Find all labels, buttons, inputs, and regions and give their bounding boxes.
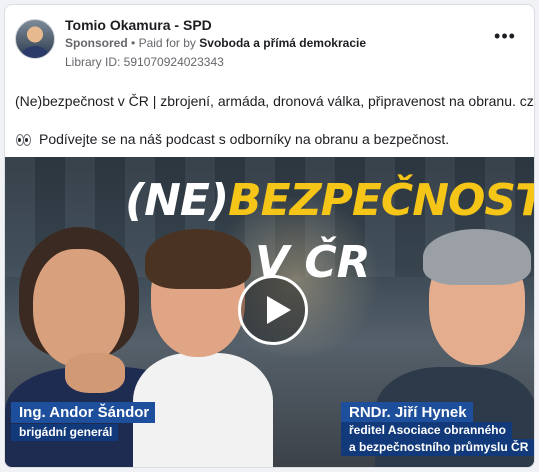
- play-icon[interactable]: [238, 275, 308, 345]
- more-options-icon[interactable]: •••: [494, 27, 516, 47]
- right-person-title-line1: ředitel Asociace obranného: [341, 422, 512, 439]
- library-id: Library ID: 591070924023343: [65, 55, 224, 69]
- video-thumbnail[interactable]: (NE)BEZPEČNOST V ČR Ing. Andor Šándor br…: [5, 157, 535, 467]
- page-avatar[interactable]: [15, 19, 55, 59]
- headline-bezpecnost: BEZPEČNOST: [228, 175, 535, 226]
- video-headline-line1: (NE)BEZPEČNOST: [125, 175, 535, 226]
- post-text-line2-text: Podívejte se na náš podcast s odborníky …: [39, 131, 450, 147]
- ad-card: Tomio Okamura - SPD Sponsored • Paid for…: [4, 4, 535, 468]
- post-text-line1: (Ne)bezpečnost v ČR | zbrojení, armáda, …: [15, 93, 534, 109]
- right-person-hair: [423, 229, 531, 285]
- left-person-title-tag: brigádní generál: [11, 424, 119, 441]
- post-text-line2: Podívejte se na náš podcast s odborníky …: [15, 131, 449, 147]
- right-person-title-line2: a bezpečnostního průmyslu ČR: [341, 439, 534, 456]
- right-person-name-tag: RNDr. Jiří Hynek: [341, 402, 473, 423]
- payer-name[interactable]: Svoboda a přímá demokracie: [199, 36, 366, 50]
- left-person-name-tag: Ing. Andor Šándor: [11, 402, 156, 423]
- headline-ne: (NE): [125, 175, 229, 226]
- page-name[interactable]: Tomio Okamura - SPD: [65, 17, 212, 33]
- sponsor-line: Sponsored • Paid for by Svoboda a přímá …: [65, 36, 366, 50]
- left-person-hand: [65, 353, 125, 393]
- left-person-face: [33, 249, 125, 367]
- separator-dot: •: [131, 36, 136, 50]
- paid-for-prefix: Paid for by: [138, 36, 196, 50]
- sponsored-label: Sponsored: [65, 36, 128, 50]
- middle-person-hair: [145, 229, 251, 289]
- eyes-emoji-icon: [15, 133, 31, 146]
